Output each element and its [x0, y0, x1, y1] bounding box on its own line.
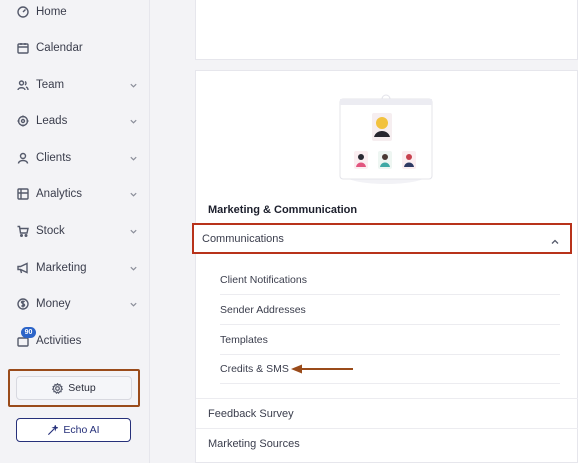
setup-highlight-box: Setup [8, 369, 140, 407]
echo-ai-button[interactable]: Echo AI [16, 418, 131, 442]
section-title: Marketing & Communication [208, 204, 358, 216]
analytics-icon [16, 187, 30, 201]
cart-icon [16, 224, 30, 238]
team-illustration [339, 94, 433, 184]
setup-button[interactable]: Setup [16, 376, 132, 400]
echo-ai-button-label: Echo AI [63, 424, 100, 436]
magic-wand-icon [48, 424, 59, 435]
chevron-down-icon [129, 264, 138, 273]
team-icon [16, 78, 30, 92]
sidebar-item-marketing[interactable]: Marketing [0, 253, 150, 283]
sidebar-item-label: Money [36, 298, 71, 310]
sidebar-item-label: Calendar [36, 42, 83, 54]
sub-item-sender-addresses[interactable]: Sender Addresses [220, 296, 560, 325]
row-feedback-survey[interactable]: Feedback Survey [196, 398, 578, 428]
gear-icon [52, 382, 64, 394]
chevron-down-icon [129, 117, 138, 126]
sidebar-item-money[interactable]: Money [0, 289, 150, 319]
chevron-down-icon [129, 81, 138, 90]
sidebar-item-stock[interactable]: Stock [0, 216, 150, 246]
calendar-icon [16, 41, 30, 55]
sidebar-item-label: Leads [36, 115, 68, 127]
chevron-down-icon [129, 190, 138, 199]
sidebar-item-label: Home [36, 6, 67, 18]
pointer-arrow [291, 364, 353, 374]
top-card [195, 0, 578, 60]
sub-item-client-notifications[interactable]: Client Notifications [220, 266, 560, 295]
main-content: Marketing & Communication Communications… [176, 0, 578, 463]
communications-accordion-label: Communications [202, 233, 284, 245]
chevron-down-icon [129, 154, 138, 163]
dollar-icon [16, 297, 30, 311]
sidebar-item-label: Analytics [36, 188, 83, 200]
sidebar-item-label: Activities [36, 335, 82, 347]
chevron-down-icon [129, 300, 138, 309]
activities-count-badge: 90 [21, 327, 36, 338]
marketing-communication-card: Marketing & Communication Communications… [192, 70, 578, 463]
leads-icon [16, 114, 30, 128]
sidebar-item-leads[interactable]: Leads [0, 106, 150, 136]
setup-button-label: Setup [68, 382, 96, 394]
sidebar-item-label: Team [36, 79, 65, 91]
sidebar-item-team[interactable]: Team [0, 70, 150, 100]
sub-item-templates[interactable]: Templates [220, 326, 560, 355]
sidebar: Home Calendar Team Leads Clients Analyti… [0, 0, 150, 463]
sidebar-item-home[interactable]: Home [0, 0, 150, 27]
user-icon [16, 151, 30, 165]
sidebar-item-clients[interactable]: Clients [0, 143, 150, 173]
sidebar-item-label: Stock [36, 225, 65, 237]
sidebar-item-calendar[interactable]: Calendar [0, 33, 150, 63]
sidebar-item-label: Clients [36, 152, 72, 164]
sidebar-item-label: Marketing [36, 262, 87, 274]
dashboard-icon [16, 5, 30, 19]
chevron-down-icon [129, 227, 138, 236]
communications-highlight-box[interactable]: Communications [192, 223, 572, 254]
chevron-up-icon [550, 234, 560, 244]
sub-item-credits-sms[interactable]: Credits & SMS [220, 355, 560, 384]
row-marketing-sources[interactable]: Marketing Sources [196, 428, 578, 458]
sidebar-item-analytics[interactable]: Analytics [0, 179, 150, 209]
megaphone-icon [16, 261, 30, 275]
